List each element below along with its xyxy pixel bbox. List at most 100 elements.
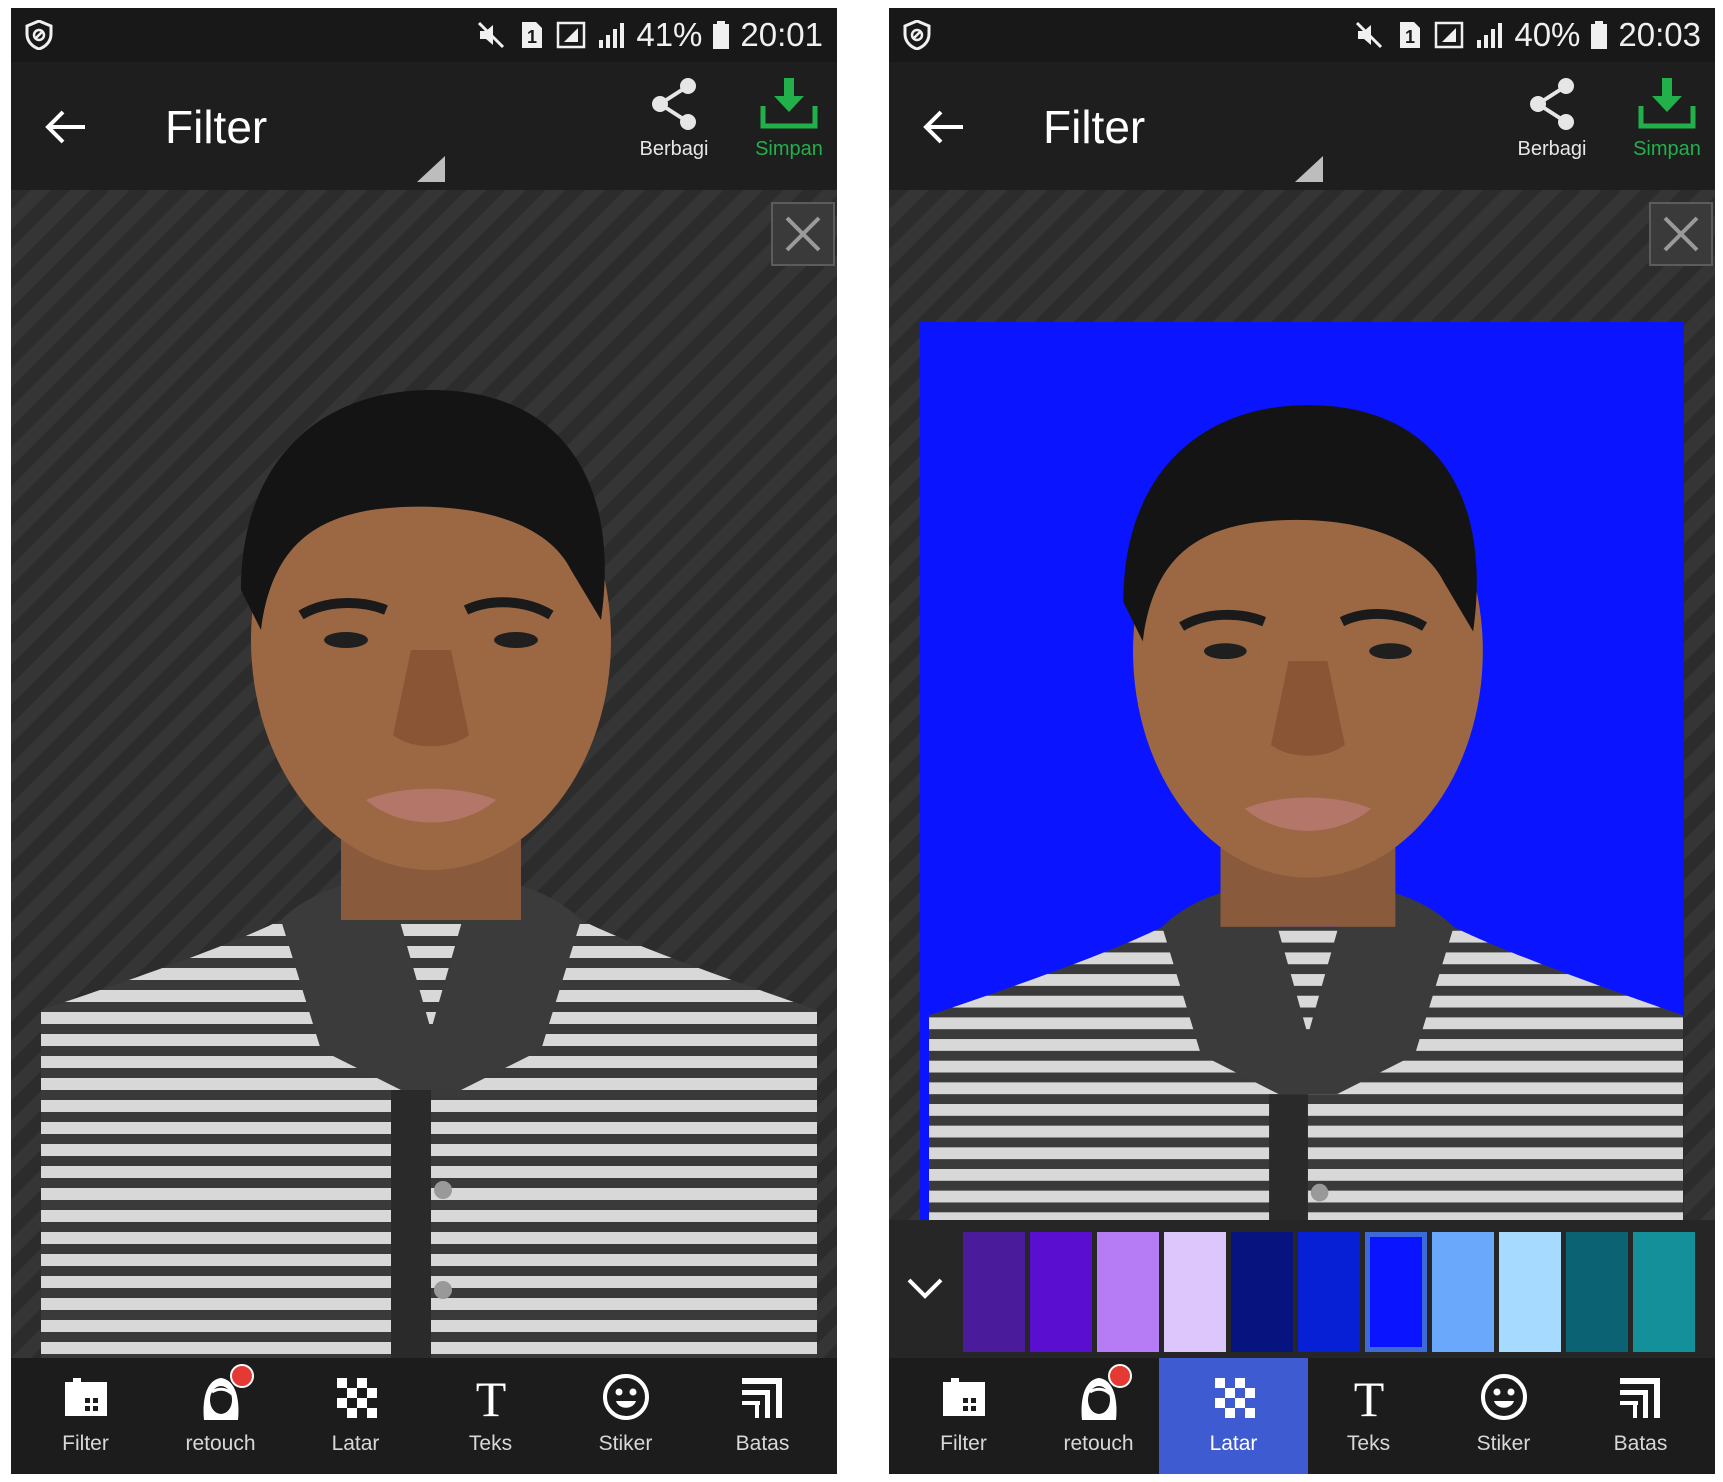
svg-text:1: 1 <box>1405 27 1415 47</box>
chevron-down-icon <box>907 1278 943 1299</box>
photo-canvas <box>889 190 1715 1358</box>
color-swatch[interactable] <box>1164 1232 1226 1352</box>
close-button[interactable] <box>771 202 835 266</box>
signal-icon <box>599 23 625 48</box>
frame-icon <box>741 1378 782 1418</box>
color-swatch[interactable] <box>1298 1232 1360 1352</box>
frame-icon <box>1619 1378 1660 1418</box>
nav-label: Stiker <box>1476 1432 1531 1455</box>
portrait-photo <box>929 405 1683 1358</box>
share-icon <box>652 78 696 130</box>
bottom-nav: Filter retouch Latar T Teks Stiker Batas <box>11 1358 837 1474</box>
status-bar: 1 40% 20:03 <box>889 8 1715 62</box>
battery-icon <box>713 21 730 49</box>
nav-latar[interactable]: Latar <box>1159 1358 1308 1474</box>
nav-batas[interactable]: Batas <box>1566 1358 1715 1474</box>
nav-label: Batas <box>1613 1432 1668 1455</box>
color-swatch[interactable] <box>1432 1232 1494 1352</box>
page-title: Filter <box>1043 101 1146 153</box>
retouch-icon <box>194 1364 254 1424</box>
nav-retouch[interactable]: retouch <box>1024 1358 1173 1474</box>
download-icon <box>1638 78 1696 129</box>
save-label: Simpan <box>755 138 823 160</box>
clock: 20:01 <box>740 16 823 53</box>
color-swatch-tray <box>889 1220 1715 1358</box>
filter-icon <box>64 1378 107 1416</box>
sim-icon: 1 <box>1400 22 1421 48</box>
nav-stiker[interactable]: Stiker <box>551 1358 700 1474</box>
dropdown-corner-icon[interactable] <box>1295 156 1323 182</box>
nav-label: Latar <box>331 1432 380 1455</box>
nav-label: Stiker <box>598 1432 653 1455</box>
color-swatch[interactable] <box>1097 1232 1159 1352</box>
close-icon <box>1663 216 1699 252</box>
color-swatch[interactable] <box>963 1232 1025 1352</box>
signal-icon <box>1477 23 1503 48</box>
nav-batas[interactable]: Batas <box>688 1358 837 1474</box>
close-button[interactable] <box>1649 202 1713 266</box>
battery-percent: 40% <box>1514 16 1581 53</box>
nav-retouch[interactable]: retouch <box>146 1358 295 1474</box>
status-bar: 1 41% 20:01 <box>11 8 837 62</box>
nav-label: Filter <box>62 1432 109 1455</box>
portrait-photo <box>41 390 817 1358</box>
clock: 20:03 <box>1618 16 1701 53</box>
background-checker-icon <box>336 1378 377 1418</box>
download-icon <box>760 78 818 129</box>
nav-label: Batas <box>735 1432 790 1455</box>
nav-label: Teks <box>1346 1432 1391 1455</box>
battery-percent: 41% <box>636 16 703 53</box>
signal-box-icon <box>1435 21 1464 49</box>
nav-label: retouch <box>185 1432 256 1455</box>
nav-teks[interactable]: T Teks <box>416 1358 565 1474</box>
save-button[interactable]: Simpan <box>734 76 837 184</box>
notification-badge <box>229 1364 254 1388</box>
nav-label: Latar <box>1209 1432 1258 1455</box>
color-swatch[interactable] <box>1633 1232 1695 1352</box>
color-swatch[interactable] <box>1566 1232 1628 1352</box>
page-title: Filter <box>165 101 268 153</box>
nav-label: retouch <box>1063 1432 1134 1455</box>
retouch-icon <box>1072 1364 1132 1424</box>
background-checker-icon <box>1214 1378 1255 1418</box>
collapse-tray-button[interactable] <box>889 1220 959 1358</box>
back-arrow-icon[interactable] <box>41 102 91 152</box>
screen-after: 1 40% 20:03 Filter Berbagi Simpan Filter… <box>889 8 1715 1474</box>
text-icon: T <box>475 1371 506 1424</box>
share-button[interactable]: Berbagi <box>619 76 729 184</box>
sim-icon: 1 <box>522 22 543 48</box>
mute-icon <box>1356 21 1383 49</box>
nav-filter[interactable]: Filter <box>11 1358 160 1474</box>
nav-stiker[interactable]: Stiker <box>1429 1358 1578 1474</box>
save-button[interactable]: Simpan <box>1612 76 1715 184</box>
save-label: Simpan <box>1633 138 1701 160</box>
nav-label: Teks <box>468 1432 513 1455</box>
color-swatch[interactable] <box>1231 1232 1293 1352</box>
photo-canvas <box>11 190 837 1358</box>
share-label: Berbagi <box>639 138 709 160</box>
color-swatch[interactable] <box>1499 1232 1561 1352</box>
nav-filter[interactable]: Filter <box>889 1358 1038 1474</box>
smiley-icon <box>1480 1374 1527 1420</box>
color-swatch[interactable] <box>1365 1232 1427 1352</box>
toolbar: Filter Berbagi Simpan <box>11 62 837 190</box>
close-icon <box>785 216 821 252</box>
back-arrow-icon[interactable] <box>919 102 969 152</box>
nav-latar[interactable]: Latar <box>281 1358 430 1474</box>
dropdown-corner-icon[interactable] <box>417 156 445 182</box>
nav-label: Filter <box>940 1432 987 1455</box>
text-icon: T <box>1353 1371 1384 1424</box>
svg-text:T: T <box>475 1371 506 1424</box>
share-label: Berbagi <box>1517 138 1587 160</box>
battery-icon <box>1591 21 1608 49</box>
toolbar: Filter Berbagi Simpan <box>889 62 1715 190</box>
shield-icon <box>903 20 931 50</box>
bottom-nav: Filter retouch Latar T Teks Stiker Batas <box>889 1358 1715 1474</box>
color-swatch[interactable] <box>1030 1232 1092 1352</box>
share-button[interactable]: Berbagi <box>1497 76 1607 184</box>
share-icon <box>1530 78 1574 130</box>
notification-badge <box>1107 1364 1132 1388</box>
signal-box-icon <box>557 21 586 49</box>
smiley-icon <box>602 1374 649 1420</box>
nav-teks[interactable]: T Teks <box>1294 1358 1443 1474</box>
